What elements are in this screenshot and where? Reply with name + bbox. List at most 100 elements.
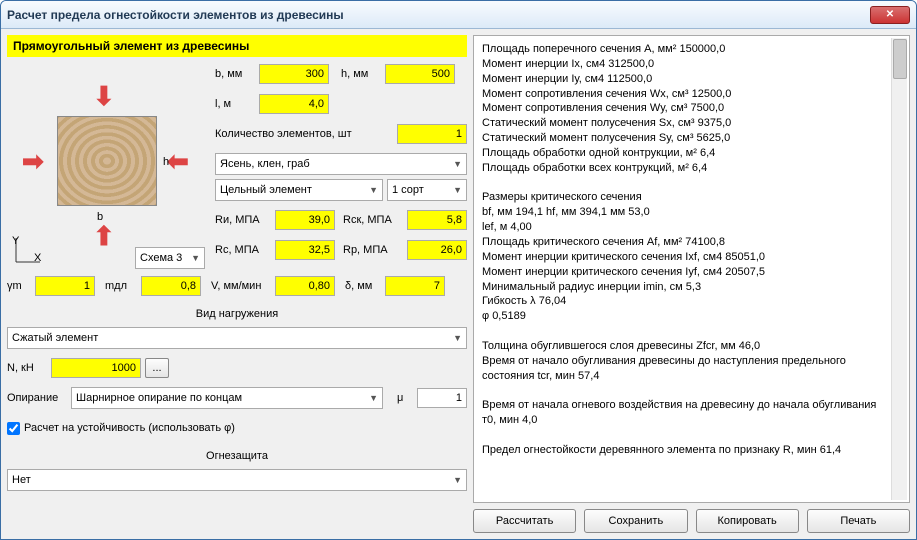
scheme-value: Схема 3 — [140, 252, 182, 264]
h-input[interactable] — [385, 64, 455, 84]
wood-type-value: Ясень, клен, граб — [220, 158, 310, 170]
chevron-down-icon: ▼ — [453, 185, 462, 195]
loading-value: Сжатый элемент — [12, 332, 98, 344]
mdl-label: mдл — [105, 280, 137, 292]
l-input[interactable] — [259, 94, 329, 114]
loading-dropdown[interactable]: Сжатый элемент ▼ — [7, 327, 467, 349]
output-line: Время от начало обугливания древесины до… — [482, 354, 883, 384]
b-label: b, мм — [215, 68, 255, 80]
output-line: Площадь обработки одной контрукции, м² 6… — [482, 146, 883, 161]
cross-section-diagram: ⬇ ➡ ⬅ ⬆ b h YX Схема 3▼ — [7, 61, 207, 271]
dim-h-label: h — [163, 156, 169, 168]
window-title: Расчет предела огнестойкости элементов и… — [7, 8, 870, 22]
rck-input[interactable] — [407, 210, 467, 230]
n-label: N, кН — [7, 362, 47, 374]
params-column: b, мм h, мм l, м Количество элементов, ш… — [215, 61, 467, 271]
chevron-down-icon: ▼ — [453, 333, 462, 343]
content-area: Прямоугольный элемент из древесины ⬇ ➡ ⬅… — [1, 29, 916, 539]
output-line: Размеры критического сечения — [482, 190, 883, 205]
copy-button[interactable]: Копировать — [696, 509, 799, 533]
grade-value: 1 сорт — [392, 184, 424, 196]
dim-b-label: b — [97, 211, 103, 223]
output-line: Время от начала огневого воздействия на … — [482, 398, 883, 428]
axes-icon: YX — [12, 236, 42, 266]
scrollbar[interactable] — [891, 38, 907, 500]
output-line: Момент инерции Iу, см4 112500,0 — [482, 72, 883, 87]
output-line — [482, 383, 883, 398]
rc-input[interactable] — [275, 240, 335, 260]
chevron-down-icon: ▼ — [191, 253, 200, 263]
right-panel: Площадь поперечного сечения А, мм² 15000… — [473, 35, 910, 533]
output-line: Толщина обуглившегося слоя древесины Zfc… — [482, 339, 883, 354]
print-button[interactable]: Печать — [807, 509, 910, 533]
output-line: Статический момент полусечения Sх, см³ 9… — [482, 116, 883, 131]
output-line: Момент сопротивления сечения Wх, см³ 125… — [482, 87, 883, 102]
b-input[interactable] — [259, 64, 329, 84]
rp-input[interactable] — [407, 240, 467, 260]
delta-input[interactable] — [385, 276, 445, 296]
output-line — [482, 324, 883, 339]
save-button[interactable]: Сохранить — [584, 509, 687, 533]
chevron-down-icon: ▼ — [453, 475, 462, 485]
rc-label: Rс, МПА — [215, 244, 271, 256]
output-textarea[interactable]: Площадь поперечного сечения А, мм² 15000… — [473, 35, 910, 503]
output-line: Момент инерции Iх, см4 312500,0 — [482, 57, 883, 72]
svg-text:Y: Y — [12, 236, 20, 247]
h-label: h, мм — [341, 68, 381, 80]
ri-label: Rи, МПА — [215, 214, 271, 226]
left-panel: Прямоугольный элемент из древесины ⬇ ➡ ⬅… — [7, 35, 467, 533]
output-line: Момент инерции критического сечения Iуf,… — [482, 265, 883, 280]
ym-input[interactable] — [35, 276, 95, 296]
mu-input[interactable] — [417, 388, 467, 408]
titlebar: Расчет предела огнестойкости элементов и… — [1, 1, 916, 29]
rck-label: Rск, МПА — [343, 214, 403, 226]
close-button[interactable]: ✕ — [870, 6, 910, 24]
fireprotect-dropdown[interactable]: Нет▼ — [7, 469, 467, 491]
count-input[interactable] — [397, 124, 467, 144]
output-line: Гибкость λ 76,04 — [482, 294, 883, 309]
rp-label: Rр, МПА — [343, 244, 403, 256]
arrow-up-icon: ⬆ — [93, 221, 115, 252]
solidity-value: Цельный элемент — [220, 184, 312, 196]
support-value: Шарнирное опирание по концам — [76, 392, 242, 404]
svg-text:X: X — [34, 252, 42, 264]
output-line: Площадь обработки всех контрукций, м² 6,… — [482, 161, 883, 176]
buttons-row: Рассчитать Сохранить Копировать Печать — [473, 509, 910, 533]
stability-label: Расчет на устойчивость (использовать φ) — [24, 422, 235, 434]
chevron-down-icon: ▼ — [453, 159, 462, 169]
fireprotect-title: Огнезащита — [7, 447, 467, 465]
wood-type-dropdown[interactable]: Ясень, клен, граб ▼ — [215, 153, 467, 175]
wood-section-image — [57, 116, 157, 206]
output-line: Статический момент полусечения Sу, см³ 5… — [482, 131, 883, 146]
chevron-down-icon: ▼ — [369, 393, 378, 403]
output-line: Момент сопротивления сечения Wу, см³ 750… — [482, 101, 883, 116]
scheme-dropdown[interactable]: Схема 3 ▼ — [135, 247, 205, 269]
arrow-left-icon: ⬅ — [167, 146, 189, 177]
output-line — [482, 176, 883, 191]
n-input[interactable] — [51, 358, 141, 378]
n-more-button[interactable]: ... — [145, 358, 169, 378]
stability-checkbox[interactable] — [7, 422, 20, 435]
scroll-thumb[interactable] — [893, 39, 907, 79]
grade-dropdown[interactable]: 1 сорт ▼ — [387, 179, 467, 201]
output-line: lef, м 4,00 — [482, 220, 883, 235]
ym-label: γm — [7, 280, 31, 292]
v-label: V, мм/мин — [211, 280, 271, 292]
output-content: Площадь поперечного сечения А, мм² 15000… — [482, 42, 901, 458]
output-line: Площадь критического сечения Af, мм² 741… — [482, 235, 883, 250]
chevron-down-icon: ▼ — [369, 185, 378, 195]
arrow-down-icon: ⬇ — [93, 81, 115, 112]
loading-title: Вид нагружения — [7, 305, 467, 323]
output-line: Площадь поперечного сечения А, мм² 15000… — [482, 42, 883, 57]
support-label: Опирание — [7, 392, 67, 404]
section-header: Прямоугольный элемент из древесины — [7, 35, 467, 57]
solidity-dropdown[interactable]: Цельный элемент ▼ — [215, 179, 383, 201]
support-dropdown[interactable]: Шарнирное опирание по концам ▼ — [71, 387, 383, 409]
output-line — [482, 428, 883, 443]
output-line: φ 0,5189 — [482, 309, 883, 324]
calc-button[interactable]: Рассчитать — [473, 509, 576, 533]
ri-input[interactable] — [275, 210, 335, 230]
mdl-input[interactable] — [141, 276, 201, 296]
diagram-area: ⬇ ➡ ⬅ ⬆ b h YX Схема 3▼ b, мм — [7, 61, 467, 271]
v-input[interactable] — [275, 276, 335, 296]
